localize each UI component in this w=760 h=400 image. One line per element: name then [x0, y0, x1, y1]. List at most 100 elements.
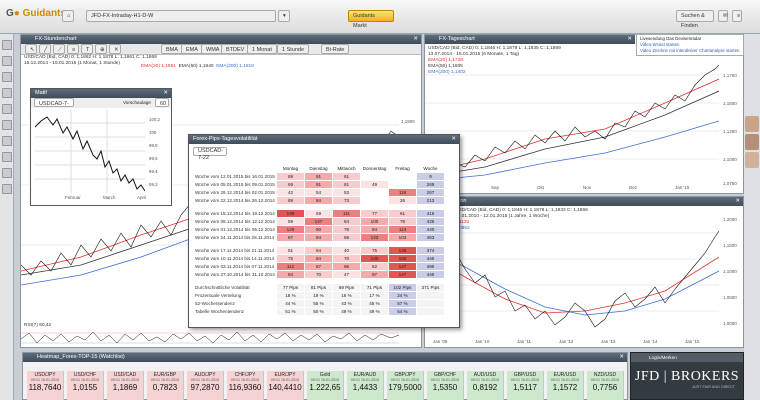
login-link[interactable]: Login/Merken — [631, 353, 743, 362]
table-cell: 84 — [276, 270, 305, 279]
weekly-chart-panel: otzon ✕ USD/CAD (Bid, CAD) 0: 1,1846 H: … — [424, 196, 744, 348]
table-cell: 42 — [276, 188, 305, 197]
table-cell: 125 — [276, 225, 305, 234]
watchlist-val: 1,0155 — [72, 383, 98, 392]
guidants-logo[interactable]: G● Guidants — [6, 8, 66, 19]
matif-x-tick: Februar — [65, 195, 81, 200]
watchlist-item[interactable]: EUR/USD 09:21 15.01.2015 1,1572 — [547, 371, 584, 400]
close-icon[interactable]: ✕ — [627, 35, 632, 44]
weekly-price-chart[interactable] — [425, 207, 719, 337]
settings-icon[interactable] — [2, 184, 12, 194]
row-label: Woche vom 10.11.2014 bis 14.11.2014 — [192, 254, 277, 263]
watchlist-item[interactable]: NZD/USD 09:21 15.01.2015 0,7756 — [587, 371, 624, 400]
table-cell: 57 % — [388, 299, 417, 308]
watchlist-item[interactable]: AUD/JPY 09:21 15.01.2015 97,2870 — [187, 371, 224, 400]
watchlist-item[interactable]: EUR/AUD 09:21 15.01.2015 1,4433 — [347, 371, 384, 400]
volatility-symbol-select[interactable]: USDCAD-7-22 — [193, 147, 227, 161]
workspace-tab[interactable]: JFD-FX-Intraday-H1-D-W — [86, 10, 276, 22]
menu-icon[interactable]: ≡ — [732, 10, 742, 22]
watchlist-val: 0,7823 — [152, 383, 178, 392]
avatar[interactable] — [745, 152, 759, 168]
table-cell: 75 — [332, 225, 361, 234]
link-icon[interactable] — [2, 136, 12, 146]
news-icon[interactable] — [2, 88, 12, 98]
matif-title-bar[interactable]: Matif ✕ — [31, 89, 171, 98]
watchlist-item[interactable]: USD/CAD 09:21 15.01.2015 1,1869 — [107, 371, 144, 400]
watchlist-item[interactable]: EUR/JPY 09:21 15.01.2015 140,4410 — [267, 371, 304, 400]
matif-field-input[interactable]: 60 — [155, 98, 169, 107]
home-icon[interactable]: ⌂ — [62, 10, 74, 22]
watchlist-item[interactable]: GBP/CHF 09:21 15.01.2015 1,5350 — [427, 371, 464, 400]
search-label: Suchen & Finden — [681, 13, 705, 29]
close-icon[interactable]: ✕ — [413, 35, 418, 44]
table-cell: 64 — [332, 217, 361, 226]
btdev-button[interactable]: BTDEV — [221, 44, 250, 54]
table-cell: 40 — [332, 246, 361, 255]
weekly-x-tick: Jan '14 — [643, 339, 658, 344]
star-icon[interactable] — [2, 104, 12, 114]
volatility-title-bar[interactable]: Forex-Pips-Tagesvolatilität ✕ — [189, 135, 459, 144]
watchlist-val: 118,7640 — [28, 383, 62, 392]
avatar[interactable] — [745, 116, 759, 132]
guidants-markt-button[interactable]: Guidants Markt — [348, 10, 394, 29]
table-cell: 61 — [332, 180, 361, 189]
avatar[interactable] — [745, 134, 759, 150]
rate-select[interactable]: Bi-Rate — [321, 44, 350, 54]
ema-button[interactable]: EMA — [181, 44, 203, 54]
matif-chart[interactable] — [35, 109, 145, 193]
matif-y-tick: 100,2 — [149, 117, 160, 122]
left-toolbar — [0, 34, 14, 400]
chart-icon[interactable] — [2, 56, 12, 66]
weekly-y-tick: 1,1500 — [723, 243, 737, 248]
watchlist-item[interactable]: EUR/GBP 09:21 15.01.2015 0,7823 — [147, 371, 184, 400]
pointer-icon[interactable]: ↖ — [25, 44, 37, 54]
rsi-chart[interactable] — [21, 329, 399, 347]
notification-icon[interactable]: ✉ — [718, 10, 728, 22]
line-icon[interactable]: ╱ — [39, 44, 51, 54]
matif-symbol-input[interactable]: USDCAD-7-22 — [34, 98, 74, 117]
period-select[interactable]: 1 Monat — [247, 44, 277, 54]
volatility-table: Montag Dienstag Mittwoch Donnerstag Frei… — [192, 164, 445, 316]
watchlist-item[interactable]: GBP/USD 09:21 15.01.2015 1,5117 — [507, 371, 544, 400]
fib-icon[interactable]: ≡ — [67, 44, 79, 54]
watchlist-item[interactable]: AUD/USD 09:21 15.01.2015 0,8192 — [467, 371, 504, 400]
dropdown-icon[interactable]: ▾ — [278, 10, 290, 22]
avatar-icon[interactable] — [2, 40, 12, 50]
watchlist-item[interactable]: Gold 09:21 15.01.2015 1.222,65 — [307, 371, 344, 400]
daily-x-tick: Okt — [537, 185, 545, 190]
table-cell — [360, 196, 389, 205]
daily-price-chart[interactable] — [425, 45, 719, 183]
row-label: Woche vom 03.11.2014 bis 07.11.2014 — [192, 262, 277, 271]
table-cell: 91 — [304, 180, 333, 189]
watchlist-item[interactable]: USD/JPY 09:21 15.01.2015 118,7640 — [27, 371, 64, 400]
close-icon[interactable]: ✕ — [163, 89, 168, 98]
grid-icon[interactable] — [2, 120, 12, 130]
matif-x-tick: April — [137, 195, 147, 200]
matif-y-tick: 99,4 — [149, 169, 158, 174]
search-button[interactable]: Suchen & Finden — [676, 10, 714, 29]
close-icon[interactable]: ✕ — [735, 197, 740, 206]
close-icon[interactable]: ✕ — [451, 135, 456, 144]
watchlist-sub: 09:21 15.01.2015 — [551, 378, 579, 382]
table-cell: 64 — [304, 246, 333, 255]
watchlist-item[interactable]: USD/CHF 09:21 15.01.2015 1,0155 — [67, 371, 104, 400]
jfd-logo-text[interactable]: JFD | BROKERS — [631, 369, 743, 385]
watchlist-item[interactable]: CHF/JPY 09:21 15.01.2015 116,9360 — [227, 371, 264, 400]
watchlist-item[interactable]: GBP/JPY 09:21 15.01.2015 179,5000 — [387, 371, 424, 400]
zoom-icon[interactable]: ⊕ — [95, 44, 107, 54]
close-icon[interactable]: ✕ — [619, 353, 624, 362]
text-icon[interactable]: T — [81, 44, 93, 54]
watchlist-sub: 09:21 15.01.2015 — [231, 378, 259, 382]
calendar-icon[interactable] — [2, 152, 12, 162]
table-cell: 62 — [360, 262, 389, 271]
table-cell: 70 — [304, 270, 333, 279]
table-cell: 47 — [332, 270, 361, 279]
bma-button[interactable]: BMA — [161, 44, 183, 54]
interval-select[interactable]: 1 Stunde — [277, 44, 310, 54]
delete-icon[interactable]: ✕ — [109, 44, 121, 54]
list-icon[interactable] — [2, 72, 12, 82]
table-cell: 425 — [416, 217, 445, 226]
mail-icon[interactable] — [2, 168, 12, 178]
news-link[interactable]: Video Zeichne mit interaktiver Chartanal… — [640, 48, 740, 54]
trend-icon[interactable]: ⟋ — [53, 44, 65, 54]
